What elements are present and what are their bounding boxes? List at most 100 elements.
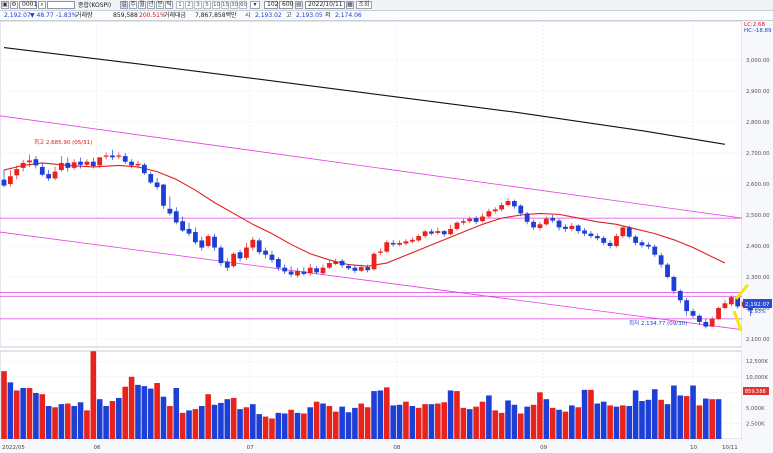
date-field[interactable]: 2022/10/11 bbox=[305, 1, 345, 9]
settings-icon[interactable]: ⚙ bbox=[10, 1, 18, 9]
candle-body bbox=[384, 242, 390, 252]
volume-bar bbox=[492, 410, 499, 439]
candle-body bbox=[531, 221, 536, 228]
price-tick-label: 2,800.00 bbox=[746, 120, 770, 126]
candle-body bbox=[269, 254, 275, 260]
volume-bar bbox=[71, 406, 77, 439]
current-change-small: -1.93% bbox=[748, 309, 766, 315]
interval-2-button[interactable]: 2 bbox=[185, 1, 193, 9]
candle-body bbox=[116, 155, 122, 157]
calendar-icon[interactable]: ▦ bbox=[346, 1, 354, 9]
candle-body bbox=[378, 251, 383, 253]
candle-body bbox=[473, 218, 479, 222]
candle-body bbox=[422, 231, 428, 237]
candle-body bbox=[237, 252, 243, 259]
volume-bar bbox=[441, 402, 448, 439]
candle-body bbox=[263, 250, 268, 255]
volume-bar bbox=[301, 413, 307, 439]
volume-bar bbox=[575, 407, 581, 439]
volume-bar bbox=[709, 399, 715, 439]
candle-body bbox=[403, 241, 409, 244]
interval-60-button[interactable]: 60 bbox=[239, 1, 247, 9]
toggle-button[interactable]: ▤ bbox=[295, 1, 303, 9]
volume-bar bbox=[256, 414, 262, 439]
current-volume-tag-text: 859,588 bbox=[745, 389, 766, 395]
period-minute-button[interactable]: 분 bbox=[156, 1, 164, 9]
candle-body bbox=[250, 239, 256, 248]
x-axis-panel bbox=[0, 439, 742, 453]
price-tick-label: 2,500.00 bbox=[746, 213, 770, 219]
volume-bar bbox=[639, 401, 645, 439]
volume-bar bbox=[1, 371, 7, 439]
volume-bar bbox=[186, 410, 192, 439]
candle-body bbox=[658, 255, 664, 265]
volume-bar bbox=[543, 399, 550, 439]
index-code-input[interactable] bbox=[47, 1, 75, 9]
candle-body bbox=[512, 201, 517, 207]
candle-body bbox=[728, 297, 734, 305]
period-month-button[interactable]: 월 bbox=[138, 1, 146, 9]
volume-bar bbox=[77, 402, 84, 439]
candle-body bbox=[569, 225, 575, 229]
low-annotation: 최저 2,134.77 (09/30) bbox=[629, 319, 687, 327]
candle-body bbox=[231, 253, 237, 267]
chart-icon[interactable]: ▣ bbox=[1, 1, 9, 9]
volume-bar bbox=[7, 382, 14, 439]
candle-body bbox=[301, 271, 307, 274]
candle-body bbox=[282, 267, 288, 272]
candle-body bbox=[326, 263, 332, 268]
volume-bar bbox=[530, 404, 537, 439]
candle-body bbox=[46, 174, 52, 179]
candle-body bbox=[665, 264, 670, 277]
period-tick-button[interactable]: 틱 bbox=[165, 1, 173, 9]
volume-bar bbox=[358, 403, 365, 439]
index-code-field[interactable]: 0001 bbox=[19, 1, 37, 9]
price-volume-chart[interactable]: 3,000.00 2,900.00 2,800.00 2,700.00 2,600.00… bbox=[0, 20, 773, 453]
period-year-button[interactable]: 년 bbox=[147, 1, 155, 9]
interval-15-button[interactable]: 15 bbox=[221, 1, 229, 9]
candle-body bbox=[295, 270, 300, 276]
candle-body bbox=[65, 162, 71, 168]
volume-bar bbox=[116, 397, 122, 439]
candle-body bbox=[154, 182, 160, 188]
volume-bar bbox=[122, 386, 129, 439]
volume-bar bbox=[409, 406, 416, 439]
volume-bar bbox=[281, 413, 288, 439]
interval-unit-field[interactable]: 600 bbox=[279, 1, 293, 9]
price-tick-label: 2,300.00 bbox=[746, 275, 770, 281]
volume-bar bbox=[479, 401, 486, 439]
period-week-button[interactable]: 주 bbox=[129, 1, 137, 9]
interval-5-button[interactable]: 5 bbox=[203, 1, 211, 9]
interval-custom-button[interactable]: ▾ bbox=[250, 1, 260, 9]
interval-1-button[interactable]: 1 bbox=[176, 1, 184, 9]
volume-bar bbox=[52, 407, 58, 439]
chart-area[interactable]: 3,000.00 2,900.00 2,800.00 2,700.00 2,600.00… bbox=[0, 20, 773, 453]
x-tick-label: 07 bbox=[247, 445, 254, 451]
price-tick-label: 2,900.00 bbox=[746, 89, 770, 95]
search-icon[interactable]: ⌕ bbox=[38, 1, 46, 9]
volume-bar bbox=[205, 394, 211, 439]
candle-body bbox=[256, 240, 262, 253]
volume-bar bbox=[715, 399, 722, 439]
volume-bar bbox=[600, 401, 607, 439]
interval-10-button[interactable]: 10 bbox=[212, 1, 220, 9]
volume-bar bbox=[192, 409, 199, 439]
volume-bar bbox=[224, 399, 231, 439]
candle-body bbox=[684, 300, 690, 312]
volume-bar bbox=[135, 384, 141, 439]
current-price: 2,192.07 bbox=[4, 12, 31, 19]
volume-bar bbox=[403, 401, 409, 439]
volume-bar bbox=[167, 406, 173, 439]
interval-value-field[interactable]: 102 bbox=[264, 1, 278, 9]
period-day-button[interactable]: 일 bbox=[120, 1, 128, 9]
volume-bar bbox=[569, 405, 575, 439]
query-button[interactable]: 조회 bbox=[356, 1, 372, 9]
interval-30-button[interactable]: 30 bbox=[230, 1, 238, 9]
x-tick-label: 06 bbox=[94, 445, 101, 451]
candle-body bbox=[397, 242, 402, 245]
price-tick-label: 2,400.00 bbox=[746, 244, 770, 250]
volume-bar bbox=[677, 395, 684, 439]
volume-bar bbox=[588, 389, 594, 439]
interval-3-button[interactable]: 3 bbox=[194, 1, 202, 9]
volume-bar bbox=[537, 392, 543, 439]
